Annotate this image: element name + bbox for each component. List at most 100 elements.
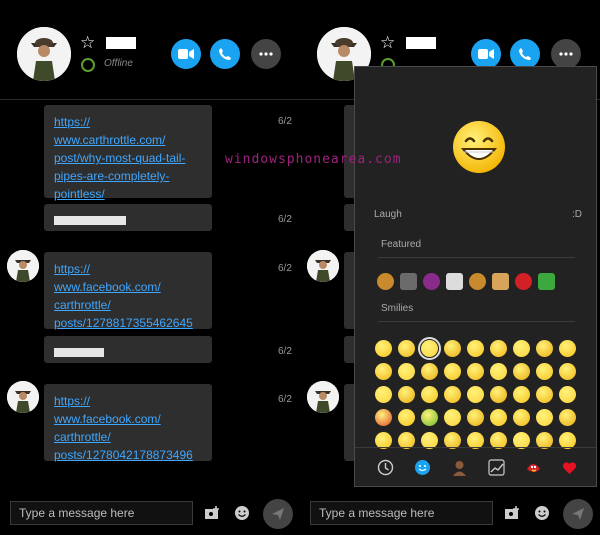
- message-link[interactable]: https:// www.carthrottle.com/ post/why-m…: [54, 115, 185, 201]
- contact-name-redacted: [106, 37, 136, 49]
- smiley-emoji-icon[interactable]: [490, 363, 507, 380]
- smiley-emoji-icon[interactable]: [421, 363, 438, 380]
- message-link[interactable]: https:// www.facebook.com/ carthrottle/ …: [54, 394, 193, 462]
- featured-emoji-icon[interactable]: [446, 273, 463, 290]
- sender-avatar[interactable]: [307, 381, 339, 413]
- message-time: 6/2: [278, 263, 292, 274]
- smiley-emoji-icon[interactable]: [398, 340, 415, 357]
- contact-name-redacted: [406, 37, 436, 49]
- emoji-icon[interactable]: [534, 505, 550, 521]
- heart-icon[interactable]: [561, 459, 578, 476]
- smiley-emoji-icon[interactable]: [398, 363, 415, 380]
- send-button[interactable]: [263, 499, 293, 529]
- smiley-emoji-icon[interactable]: [513, 386, 530, 403]
- smiley-emoji-icon[interactable]: [421, 409, 438, 426]
- message-link[interactable]: https:// www.facebook.com/ carthrottle/ …: [54, 262, 193, 330]
- smiley-emoji-icon[interactable]: [536, 409, 553, 426]
- message-time: 6/2: [278, 116, 292, 127]
- smiley-emoji-icon[interactable]: [398, 386, 415, 403]
- message-input[interactable]: Type a message here: [310, 501, 493, 525]
- sender-avatar[interactable]: [307, 250, 339, 282]
- smiley-emoji-icon[interactable]: [559, 363, 576, 380]
- smiley-emoji-icon[interactable]: [513, 409, 530, 426]
- smiley-emoji-icon[interactable]: [467, 386, 484, 403]
- video-call-button[interactable]: [471, 39, 501, 69]
- emoji-icon[interactable]: [234, 505, 250, 521]
- smiley-emoji-icon[interactable]: [444, 363, 461, 380]
- smiley-emoji-icon[interactable]: [536, 363, 553, 380]
- smiley-emoji-icon[interactable]: [418, 337, 441, 360]
- message-bubble[interactable]: [44, 204, 212, 231]
- emoji-name-label: Laugh: [374, 209, 402, 220]
- video-call-button[interactable]: [171, 39, 201, 69]
- smiley-emoji-icon[interactable]: [559, 340, 576, 357]
- smiley-emoji-icon[interactable]: [559, 409, 576, 426]
- emoji-picker-panel: Laugh :D Featured Smilies: [354, 66, 597, 487]
- message-bubble[interactable]: https:// www.carthrottle.com/ post/why-m…: [44, 105, 212, 201]
- message-time: 6/2: [278, 394, 292, 405]
- smiley-emoji-icon[interactable]: [375, 363, 392, 380]
- message-input[interactable]: Type a message here: [10, 501, 193, 525]
- message-bubble[interactable]: https:// www.facebook.com/ carthrottle/ …: [44, 252, 212, 330]
- more-options-button[interactable]: [251, 39, 281, 69]
- contact-status: Offline: [104, 58, 133, 69]
- emoji-category-tabs: [355, 447, 596, 486]
- featured-section-rule: [378, 257, 575, 258]
- smiley-emoji-icon[interactable]: [467, 340, 484, 357]
- smiley-emoji-icon[interactable]: [421, 386, 438, 403]
- media-attach-icon[interactable]: [504, 505, 520, 521]
- watermark-text: windowsphonearea.com: [225, 152, 402, 167]
- presence-offline-icon: [81, 58, 95, 72]
- smiley-emoji-icon[interactable]: [490, 386, 507, 403]
- smiley-icon[interactable]: [414, 459, 431, 476]
- featured-emoji-icon[interactable]: [423, 273, 440, 290]
- favorite-star-icon[interactable]: ☆: [80, 34, 95, 51]
- featured-emoji-icon[interactable]: [492, 273, 509, 290]
- contact-avatar[interactable]: [17, 27, 71, 81]
- media-attach-icon[interactable]: [204, 505, 220, 521]
- smiley-emoji-icon[interactable]: [536, 340, 553, 357]
- sender-avatar[interactable]: [7, 381, 39, 413]
- smiley-emoji-icon[interactable]: [467, 363, 484, 380]
- redacted-text: [54, 216, 126, 225]
- header-divider: [0, 99, 300, 100]
- person-icon[interactable]: [451, 459, 468, 476]
- smilies-section-rule: [378, 321, 575, 322]
- smiley-emoji-icon[interactable]: [444, 340, 461, 357]
- featured-emoji-icon[interactable]: [515, 273, 532, 290]
- smiley-emoji-icon[interactable]: [490, 409, 507, 426]
- featured-emoji-icon[interactable]: [538, 273, 555, 290]
- featured-section-label: Featured: [381, 239, 422, 250]
- smiley-emoji-icon[interactable]: [444, 386, 461, 403]
- smiley-emoji-icon[interactable]: [559, 386, 576, 403]
- audio-call-button[interactable]: [510, 39, 540, 69]
- smiley-emoji-icon[interactable]: [490, 340, 507, 357]
- more-options-button[interactable]: [551, 39, 581, 69]
- smiley-emoji-icon[interactable]: [536, 386, 553, 403]
- smiley-emoji-icon[interactable]: [444, 409, 461, 426]
- chat-pane-left: ☆ Offline https:// www.carthrottle.com/ …: [0, 0, 300, 535]
- message-bubble[interactable]: https:// www.facebook.com/ carthrottle/ …: [44, 384, 212, 462]
- message-bubble[interactable]: [44, 336, 212, 363]
- featured-emoji-icon[interactable]: [400, 273, 417, 290]
- featured-emoji-icon[interactable]: [377, 273, 394, 290]
- smilies-section-label: Smilies: [381, 303, 414, 314]
- favorite-star-icon[interactable]: ☆: [380, 34, 395, 51]
- laugh-emoji-preview-icon: [453, 121, 505, 173]
- send-button[interactable]: [563, 499, 593, 529]
- message-time: 6/2: [278, 346, 292, 357]
- chart-icon[interactable]: [488, 459, 505, 476]
- emoji-shortcut-label: :D: [572, 209, 582, 220]
- smiley-emoji-icon[interactable]: [375, 409, 392, 426]
- smiley-emoji-icon[interactable]: [513, 340, 530, 357]
- smiley-emoji-icon[interactable]: [513, 363, 530, 380]
- smiley-emoji-icon[interactable]: [398, 409, 415, 426]
- audio-call-button[interactable]: [210, 39, 240, 69]
- sender-avatar[interactable]: [7, 250, 39, 282]
- bird-icon[interactable]: [525, 459, 542, 476]
- clock-icon[interactable]: [377, 459, 394, 476]
- smiley-emoji-icon[interactable]: [375, 340, 392, 357]
- smiley-emoji-icon[interactable]: [375, 386, 392, 403]
- featured-emoji-icon[interactable]: [469, 273, 486, 290]
- smiley-emoji-icon[interactable]: [467, 409, 484, 426]
